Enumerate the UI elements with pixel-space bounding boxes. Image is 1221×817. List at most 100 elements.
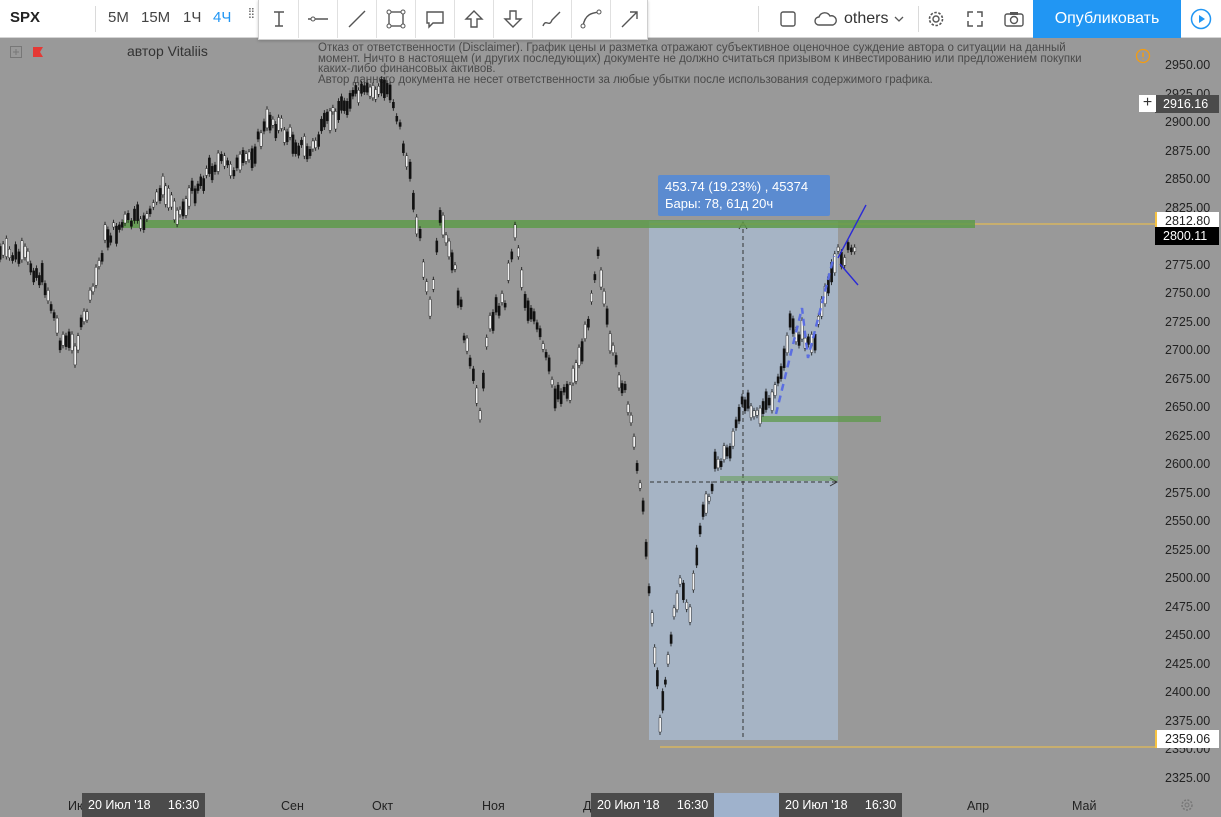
candle-body	[106, 229, 110, 248]
price-tick: 2375.00	[1165, 713, 1211, 728]
candle-body	[773, 384, 777, 396]
candle-body	[291, 134, 295, 154]
callout-icon[interactable]	[415, 0, 454, 38]
arrow-down-icon[interactable]	[493, 0, 532, 38]
candle-body	[415, 216, 419, 235]
candle-body	[632, 436, 636, 448]
candle-body	[294, 142, 298, 154]
candle-body	[788, 313, 792, 328]
horizontal-line-icon[interactable]	[298, 0, 337, 38]
candle-body	[35, 268, 38, 278]
support-zone-mid[interactable]	[760, 416, 881, 422]
add-alert-plus-icon[interactable]: +	[1139, 95, 1156, 112]
time-label: Окт	[372, 799, 394, 813]
candle-body	[791, 318, 795, 334]
lower-level-price-tag: 2359.06	[1155, 729, 1219, 748]
candle-body	[112, 222, 115, 228]
candle-body	[58, 340, 62, 351]
others-dropdown[interactable]: others	[814, 6, 904, 32]
candle-body	[599, 269, 603, 288]
candle-body	[541, 343, 545, 350]
candle-body	[337, 101, 341, 121]
candle-body	[532, 311, 536, 322]
candle-body	[583, 324, 587, 339]
price-axis[interactable]: 2950.00 2925.00 2900.00 2875.00 2850.00 2825.…	[1155, 38, 1221, 793]
last-price-tag: 2800.11	[1155, 226, 1219, 245]
others-label: others	[844, 10, 889, 27]
candle-body	[229, 164, 233, 176]
candle-body	[331, 107, 335, 113]
resistance-zone[interactable]	[123, 220, 975, 228]
candle-body	[213, 164, 217, 173]
time-label: Сен	[281, 799, 304, 813]
symbol-label[interactable]: SPX	[10, 9, 40, 26]
drag-grip-icon[interactable]: ⁞⁞	[248, 6, 255, 20]
support-zone-low[interactable]	[720, 476, 838, 481]
divider	[758, 6, 759, 32]
time-axis[interactable]: Ию Сен Окт Ноя Д Ф Апр Май 20 Июл '18 16…	[0, 793, 1221, 817]
publish-button[interactable]: Опубликовать	[1033, 0, 1181, 38]
fullscreen-square-icon[interactable]	[774, 5, 802, 33]
candle-body	[145, 213, 149, 220]
arrow-up-icon[interactable]	[454, 0, 493, 38]
text-cursor-icon[interactable]	[259, 0, 298, 38]
candle-body	[746, 392, 750, 409]
candle-body	[365, 82, 369, 93]
candle-body	[136, 204, 139, 221]
time-label: Май	[1072, 799, 1097, 813]
timeframe-4h[interactable]: 4Ч	[213, 9, 231, 26]
breakout-lines[interactable]	[837, 204, 867, 286]
expand-icon[interactable]	[961, 5, 989, 33]
candle-body	[155, 191, 159, 203]
candle-body	[482, 372, 485, 389]
axis-settings-gear-icon[interactable]	[1180, 798, 1194, 812]
curve-icon[interactable]	[571, 0, 610, 38]
candle-body	[97, 260, 101, 267]
candle-body	[605, 308, 609, 325]
trend-line-icon[interactable]	[337, 0, 376, 38]
price-chart[interactable]	[0, 38, 1155, 793]
timeframe-1h[interactable]: 1Ч	[183, 9, 201, 26]
candle-body	[602, 291, 606, 305]
candle-body	[199, 176, 203, 187]
play-button[interactable]	[1181, 0, 1221, 38]
timeframe-5m[interactable]: 5M	[108, 9, 129, 26]
candle-body	[743, 399, 747, 412]
candle-body	[320, 118, 323, 132]
candle-body	[444, 234, 448, 244]
timeframe-15m[interactable]: 15M	[141, 9, 170, 26]
price-tick: 2950.00	[1165, 58, 1211, 72]
brush-icon[interactable]	[532, 0, 571, 38]
candle-body	[20, 240, 24, 260]
range-end-time-tag: 20 Июл '18 16:30	[779, 793, 903, 817]
camera-icon[interactable]	[1000, 5, 1028, 33]
candle-body	[88, 289, 92, 301]
candle-body	[343, 100, 346, 111]
candle-body	[565, 383, 569, 399]
candle-body	[779, 366, 783, 379]
crosshair-price-tag: 2916.16	[1155, 94, 1219, 113]
candle-body	[797, 334, 801, 346]
price-tick: 2750.00	[1165, 286, 1211, 300]
candle-body	[836, 246, 840, 252]
candle-body	[395, 115, 399, 122]
time-label: Апр	[967, 799, 990, 813]
candle-body	[562, 387, 566, 393]
candle-body	[571, 368, 575, 384]
price-tick: 2575.00	[1165, 485, 1211, 500]
candle-body	[1, 243, 5, 256]
price-tick: 2775.00	[1165, 257, 1211, 272]
candle-body	[767, 397, 771, 406]
candle-body	[635, 463, 639, 471]
candle-body	[435, 240, 439, 253]
candle-body	[580, 341, 584, 362]
candle-body	[658, 717, 662, 733]
candle-body	[208, 157, 211, 174]
candle-body	[374, 89, 378, 100]
candle-body	[259, 132, 263, 147]
candle-body	[664, 679, 667, 685]
rectangle-icon[interactable]	[376, 0, 415, 38]
candle-body	[305, 146, 309, 160]
gear-icon[interactable]	[922, 5, 950, 33]
arrow-line-icon[interactable]	[610, 0, 649, 38]
